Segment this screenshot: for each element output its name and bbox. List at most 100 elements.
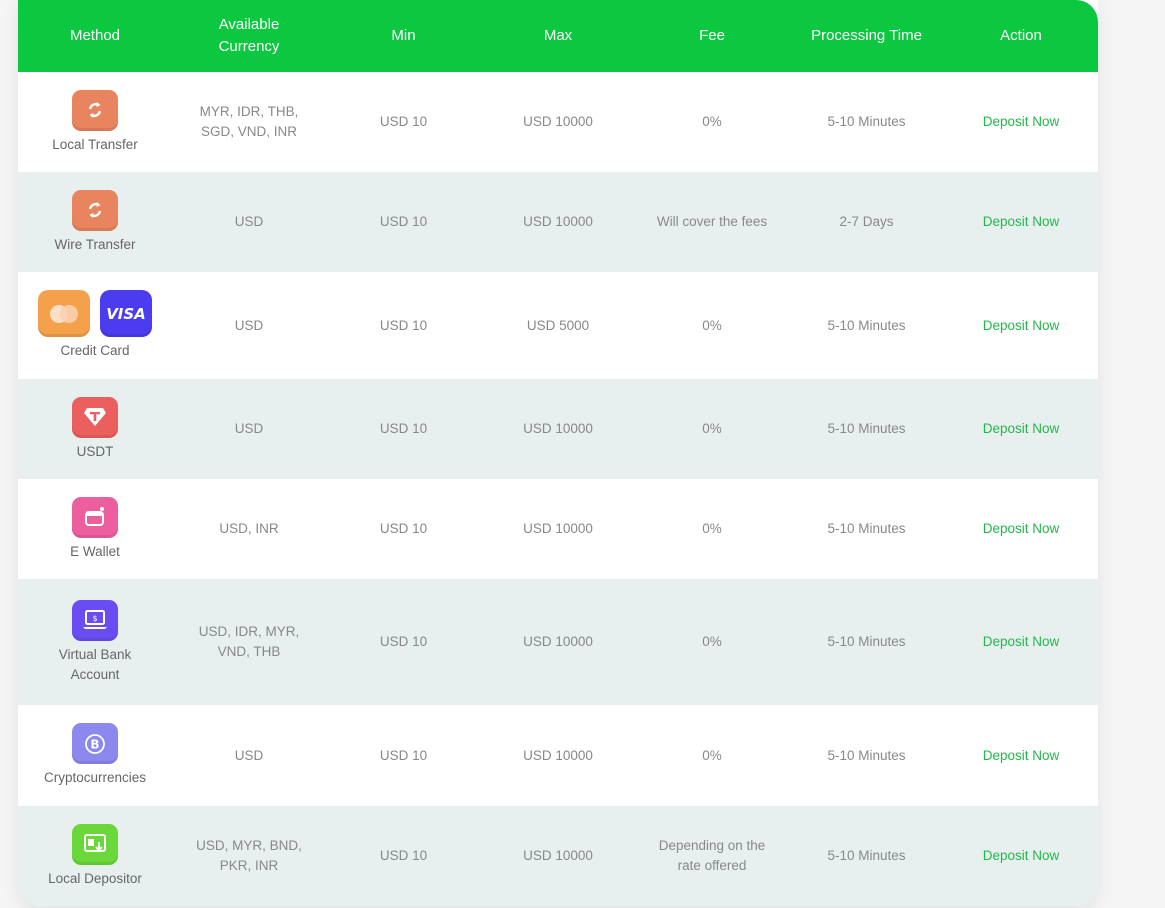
- processing-time-cell: 5-10 Minutes: [827, 747, 906, 763]
- processing-time-cell: 5-10 Minutes: [827, 634, 906, 649]
- min-cell: USD 10: [379, 848, 428, 863]
- method-label: E Wallet: [70, 543, 120, 559]
- max-cell: USD 10000: [523, 114, 593, 129]
- method-cell: $ Virtual Bank Account: [18, 579, 172, 705]
- method-cell: Local Depositor: [18, 806, 172, 906]
- currency-cell: USD, MYR, BND, PKR, INR: [196, 838, 302, 873]
- processing-time-cell: 5-10 Minutes: [827, 848, 906, 863]
- deposit-now-link[interactable]: Deposit Now: [944, 172, 1098, 272]
- max-cell: USD 10000: [523, 421, 593, 436]
- processing-time-cell: 5-10 Minutes: [827, 521, 906, 536]
- method-icons: [72, 89, 118, 131]
- fee-cell: Will cover the fees: [656, 214, 768, 229]
- header-method: Method: [69, 27, 121, 44]
- svg-text:$: $: [92, 614, 97, 623]
- method-cell: Wire Transfer: [18, 172, 172, 272]
- fee-cell: 0%: [702, 634, 722, 649]
- method-icons: B: [72, 723, 118, 764]
- visa-label: VISA: [106, 304, 146, 323]
- currency-cell: USD: [234, 421, 264, 436]
- currency-cell: USD, IDR, MYR, VND, THB: [198, 624, 300, 659]
- svg-text:B: B: [90, 737, 99, 751]
- table-row: Wire Transfer USD USD 10 USD 10000 Will cove…: [18, 172, 1098, 272]
- method-icons: [72, 823, 118, 865]
- currency-cell: USD, INR: [219, 521, 279, 536]
- table-header: Method Available Currency Min Max Fee Pr…: [18, 0, 1098, 72]
- tether-icon: [72, 396, 118, 438]
- currency-cell: USD: [234, 214, 264, 229]
- deposit-now-link[interactable]: Deposit Now: [944, 705, 1098, 806]
- header-max: Max: [543, 27, 573, 44]
- table-row: Local Depositor USD, MYR, BND, PKR, INR US…: [18, 806, 1098, 906]
- max-cell: USD 10000: [523, 214, 593, 229]
- table-row: USDT USD USD 10 USD 10000 0% 5-10 Minutes Depo…: [18, 379, 1098, 479]
- method-cell: Local Transfer: [18, 72, 172, 172]
- processing-time-cell: 5-10 Minutes: [827, 421, 906, 436]
- header-min: Min: [391, 27, 416, 44]
- method-icons: VISA: [38, 290, 152, 337]
- fee-cell: 0%: [702, 317, 722, 333]
- transfer-icon: [72, 89, 118, 131]
- min-cell: USD 10: [379, 747, 428, 763]
- fee-cell: 0%: [702, 521, 722, 536]
- min-cell: USD 10: [379, 521, 428, 536]
- method-label: Cryptocurrencies: [43, 770, 147, 785]
- laptop-bank-icon: $: [72, 599, 118, 641]
- table-row: Local Transfer MYR, IDR, THB, SGD, VND, I…: [18, 72, 1098, 172]
- depositor-icon: [72, 823, 118, 865]
- table-row: B Cryptocurrencies USD USD 10 USD 10000 0% 5-1…: [18, 705, 1098, 806]
- deposit-now-link[interactable]: Deposit Now: [944, 479, 1098, 579]
- deposit-now-link[interactable]: Deposit Now: [944, 272, 1098, 379]
- bitcoin-icon: B: [72, 723, 118, 764]
- method-label: Local Transfer: [52, 136, 138, 152]
- method-icons: [72, 496, 118, 538]
- max-cell: USD 10000: [523, 634, 593, 649]
- header-processing-time: Processing Time: [811, 27, 922, 44]
- min-cell: USD 10: [379, 317, 428, 333]
- max-cell: USD 10000: [523, 848, 593, 863]
- min-cell: USD 10: [379, 214, 428, 229]
- method-cell: E Wallet: [18, 479, 172, 579]
- method-icons: [72, 396, 118, 438]
- visa-icon: VISA: [100, 290, 152, 337]
- table-row: E Wallet USD, INR USD 10 USD 10000 0% 5-10 Mi…: [18, 479, 1098, 579]
- method-label: USDT: [76, 443, 114, 459]
- method-cell: VISA Credit Card: [18, 272, 172, 379]
- currency-cell: USD: [234, 317, 264, 333]
- fee-cell: Depending on the rate offered: [658, 838, 766, 873]
- header-fee: Fee: [699, 27, 725, 44]
- header-currency: Available Currency: [218, 16, 280, 55]
- max-cell: USD 5000: [526, 317, 590, 333]
- mastercard-icon: [38, 290, 90, 337]
- method-icons: $: [72, 599, 118, 641]
- fee-cell: 0%: [702, 747, 722, 763]
- processing-time-cell: 5-10 Minutes: [827, 114, 906, 129]
- method-cell: USDT: [18, 379, 172, 479]
- max-cell: USD 10000: [523, 521, 593, 536]
- method-label: Virtual Bank Account: [58, 646, 132, 682]
- method-icons: [72, 189, 118, 231]
- table-row: VISA Credit Card USD USD 10 USD 5000 0% 5-10 M…: [18, 272, 1098, 379]
- method-cell: B Cryptocurrencies: [18, 705, 172, 806]
- method-label: Local Depositor: [48, 870, 142, 886]
- processing-time-cell: 2-7 Days: [839, 214, 894, 229]
- transfer-icon: [72, 189, 118, 231]
- table-row: $ Virtual Bank Account USD, IDR, MYR, VND,…: [18, 579, 1098, 705]
- wallet-icon: [72, 496, 118, 538]
- deposit-now-link[interactable]: Deposit Now: [944, 379, 1098, 479]
- method-label: Credit Card: [60, 343, 130, 358]
- deposit-methods-table: Method Available Currency Min Max Fee Pr…: [18, 0, 1098, 906]
- currency-cell: USD: [234, 747, 264, 763]
- deposit-now-link[interactable]: Deposit Now: [944, 579, 1098, 705]
- max-cell: USD 10000: [523, 747, 593, 763]
- deposit-now-link[interactable]: Deposit Now: [944, 806, 1098, 906]
- method-label: Wire Transfer: [54, 236, 136, 252]
- min-cell: USD 10: [379, 634, 428, 649]
- deposit-now-link[interactable]: Deposit Now: [944, 72, 1098, 172]
- processing-time-cell: 5-10 Minutes: [827, 317, 906, 333]
- min-cell: USD 10: [379, 421, 428, 436]
- header-action: Action: [1000, 27, 1042, 44]
- fee-cell: 0%: [702, 421, 722, 436]
- fee-cell: 0%: [702, 114, 722, 129]
- min-cell: USD 10: [379, 114, 428, 129]
